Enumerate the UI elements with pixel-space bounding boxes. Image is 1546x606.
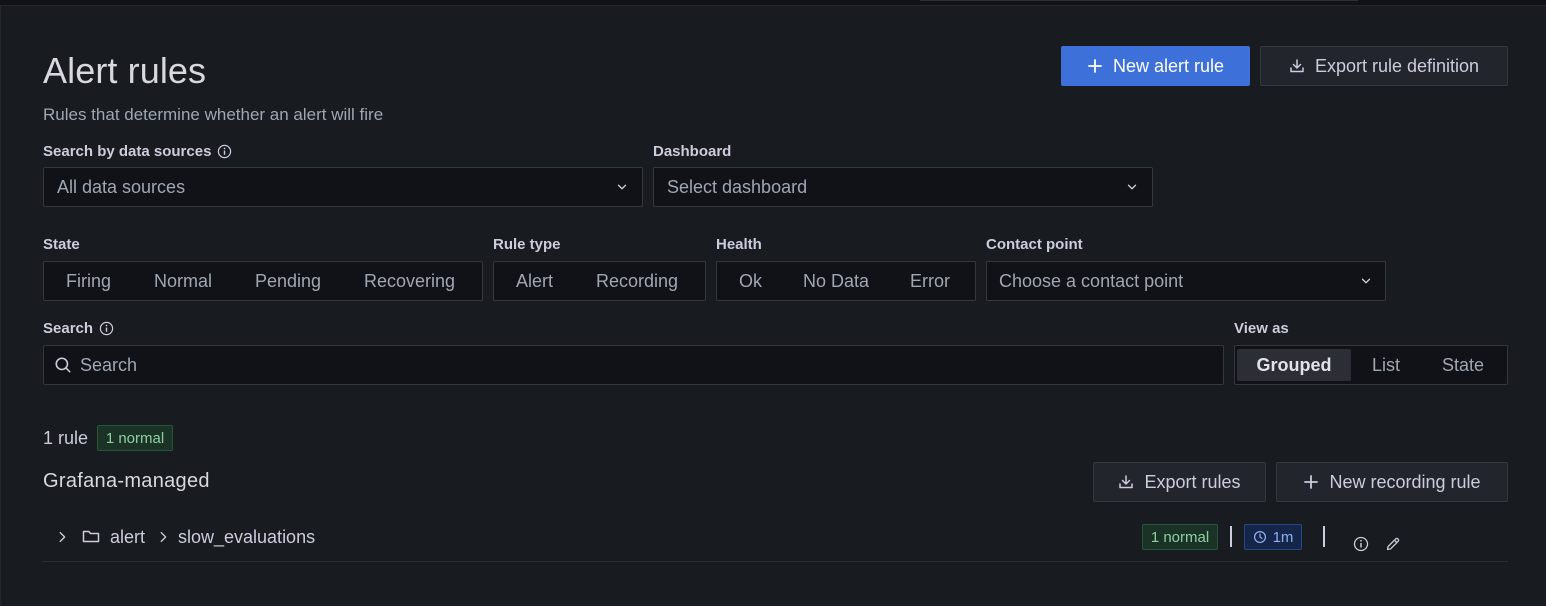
chevron-right-icon	[160, 531, 167, 543]
contact-point-label-text: Contact point	[986, 236, 1083, 253]
info-icon	[1353, 536, 1369, 552]
section-title: Grafana-managed	[43, 470, 210, 492]
rule-type-option-alert[interactable]: Alert	[516, 271, 553, 292]
new-recording-rule-label: New recording rule	[1329, 471, 1481, 492]
health-filter: Ok No Data Error	[716, 261, 976, 301]
view-as-toggle: Grouped List State	[1234, 345, 1508, 385]
state-option-firing[interactable]: Firing	[66, 271, 111, 292]
chevron-down-icon	[1127, 184, 1137, 190]
alert-rules-page: Alert rules Rules that determine whether…	[0, 6, 1546, 606]
plus-icon	[1088, 59, 1102, 73]
state-option-recovering[interactable]: Recovering	[364, 271, 455, 292]
state-label-text: State	[43, 236, 80, 253]
state-label: State	[43, 236, 80, 253]
health-option-error[interactable]: Error	[910, 271, 950, 292]
page-title: Alert rules	[43, 50, 207, 91]
download-icon	[1119, 475, 1134, 489]
folder-icon	[82, 530, 100, 543]
separator	[1230, 526, 1232, 547]
export-rule-definition-label: Export rule definition	[1314, 55, 1480, 76]
export-rule-definition-button[interactable]: Export rule definition	[1260, 46, 1508, 86]
group-details-button[interactable]	[1351, 534, 1371, 554]
view-as-label-text: View as	[1234, 320, 1289, 337]
group-name: slow_evaluations	[178, 527, 316, 547]
view-as-label: View as	[1234, 320, 1289, 337]
separator	[1323, 526, 1325, 547]
data-sources-label-text: Search by data sources	[43, 143, 212, 160]
group-folder-name: alert	[110, 527, 146, 547]
edit-group-button[interactable]	[1383, 534, 1403, 554]
rule-count: 1 rule	[43, 428, 89, 448]
evaluation-interval-badge: 1m	[1244, 524, 1302, 550]
search-icon	[55, 357, 71, 373]
plus-icon	[1304, 475, 1319, 489]
dashboard-value: Select dashboard	[667, 176, 808, 197]
search-label: Search	[43, 320, 114, 337]
contact-point-value: Choose a contact point	[999, 270, 1184, 291]
page-subtitle: Rules that determine whether an alert wi…	[43, 105, 384, 124]
health-option-ok[interactable]: Ok	[739, 271, 762, 292]
dashboard-select[interactable]: Select dashboard	[653, 167, 1153, 207]
rule-type-option-recording[interactable]: Recording	[596, 271, 678, 292]
edit-icon	[1386, 537, 1400, 551]
health-option-no-data[interactable]: No Data	[803, 271, 869, 292]
chevron-down-icon	[1361, 278, 1371, 284]
evaluation-interval-value: 1m	[1272, 528, 1294, 546]
info-icon[interactable]	[217, 144, 232, 159]
search-input[interactable]: Search	[80, 355, 1213, 376]
data-sources-select[interactable]: All data sources	[43, 167, 643, 207]
search-label-text: Search	[43, 320, 94, 337]
health-label-text: Health	[716, 236, 762, 253]
expand-group-button[interactable]	[53, 528, 71, 546]
view-as-list[interactable]: List	[1351, 349, 1421, 381]
export-rules-button[interactable]: Export rules	[1093, 462, 1266, 502]
health-label: Health	[716, 236, 762, 253]
export-rules-label: Export rules	[1144, 471, 1241, 492]
state-option-normal[interactable]: Normal	[154, 271, 212, 292]
clock-icon	[1253, 530, 1266, 544]
state-option-pending[interactable]: Pending	[255, 271, 321, 292]
new-alert-rule-button[interactable]: New alert rule	[1061, 46, 1250, 86]
dashboard-label-text: Dashboard	[653, 143, 732, 160]
rule-type-filter: Alert Recording	[493, 261, 706, 301]
contact-point-select[interactable]: Choose a contact point	[986, 261, 1386, 301]
rule-type-label: Rule type	[493, 236, 561, 253]
chevron-down-icon	[617, 184, 627, 190]
rule-type-label-text: Rule type	[493, 236, 561, 253]
download-icon	[1290, 59, 1304, 73]
summary-normal-badge: 1 normal	[97, 425, 173, 451]
data-sources-value: All data sources	[57, 176, 186, 197]
view-as-state[interactable]: State	[1421, 349, 1505, 381]
top-search-edge	[920, 0, 1358, 1]
new-recording-rule-button[interactable]: New recording rule	[1276, 462, 1508, 502]
info-icon[interactable]	[99, 321, 114, 336]
group-normal-badge: 1 normal	[1142, 524, 1218, 550]
group-divider	[43, 561, 1508, 562]
contact-point-label: Contact point	[986, 236, 1083, 253]
chevron-right-icon	[59, 531, 66, 543]
state-filter: Firing Normal Pending Recovering	[43, 261, 483, 301]
new-alert-rule-label: New alert rule	[1112, 55, 1225, 76]
dashboard-label: Dashboard	[653, 143, 731, 160]
data-sources-label: Search by data sources	[43, 143, 232, 160]
search-field: Search	[43, 345, 1224, 385]
view-as-grouped[interactable]: Grouped	[1237, 349, 1351, 381]
